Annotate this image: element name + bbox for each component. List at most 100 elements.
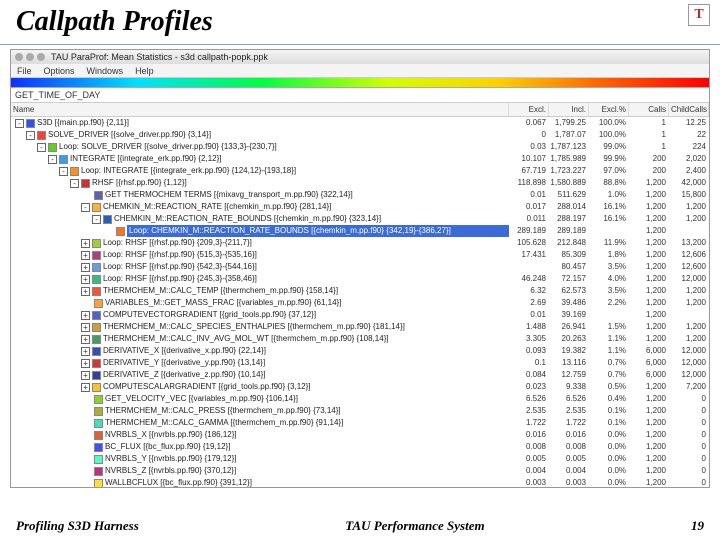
- expand-icon[interactable]: +: [81, 239, 90, 248]
- expand-icon[interactable]: +: [81, 311, 90, 320]
- table-row[interactable]: VARIABLES_M::GET_MASS_FRAC [{variables_m…: [11, 297, 709, 309]
- table-row[interactable]: +THERMCHEM_M::CALC_TEMP [{thermchem_m.pp…: [11, 285, 709, 297]
- menu-help[interactable]: Help: [135, 66, 154, 76]
- column-header[interactable]: Excl.: [509, 103, 549, 116]
- row-label: THERMCHEM_M::CALC_INV_AVG_MOL_WT [{therm…: [103, 333, 509, 345]
- row-value: 12,600: [669, 261, 709, 273]
- column-header[interactable]: ChildCalls: [669, 103, 709, 116]
- expand-icon[interactable]: +: [81, 359, 90, 368]
- row-value: 0: [669, 405, 709, 417]
- color-swatch: [94, 419, 103, 428]
- table-row[interactable]: +Loop: RHSF [{rhsf.pp.f90} {209,3}-{211,…: [11, 237, 709, 249]
- menu-file[interactable]: File: [17, 66, 32, 76]
- table-row[interactable]: + THERMCHEM_M::CALC_INV_AVG_MOL_WT [{ther…: [11, 333, 709, 345]
- color-swatch: [94, 407, 103, 416]
- table-row[interactable]: THERMCHEM_M::CALC_PRESS [{thermchem_m.pp…: [11, 405, 709, 417]
- window-titlebar[interactable]: TAU ParaProf: Mean Statistics - s3d call…: [11, 50, 709, 64]
- table-row[interactable]: GET_VELOCITY_VEC [{variables_m.pp.f90} {…: [11, 393, 709, 405]
- row-value: 0.016: [509, 429, 549, 441]
- expand-icon[interactable]: +: [81, 287, 90, 296]
- expand-icon[interactable]: +: [81, 323, 90, 332]
- collapse-icon[interactable]: -: [48, 155, 57, 164]
- row-label: WALLBCFLUX [{bc_flux.pp.f90} {391,12}]: [105, 477, 509, 487]
- table-row[interactable]: GET THERMOCHEM TERMS [{mixavg_transport_…: [11, 189, 709, 201]
- row-value: 0.004: [549, 465, 589, 477]
- collapse-icon[interactable]: -: [26, 131, 35, 140]
- table-row[interactable]: NVRBLS_X [{nvrbls.pp.f90} {186,12}]0.016…: [11, 429, 709, 441]
- table-row[interactable]: +COMPUTEVECTORGRADIENT [{grid_tools.pp.f…: [11, 309, 709, 321]
- table-row[interactable]: +Loop: RHSF [{rhsf.pp.f90} {542,3}-{544,…: [11, 261, 709, 273]
- table-row[interactable]: BC_FLUX [{bc_flux.pp.f90} {19,12}]0.0080…: [11, 441, 709, 453]
- table-row[interactable]: WALLBCFLUX [{bc_flux.pp.f90} {391,12}]0.…: [11, 477, 709, 487]
- table-row[interactable]: Loop: CHEMKIN_M::REACTION_RATE_BOUNDS [{…: [11, 225, 709, 237]
- table-row[interactable]: -S3D [{main.pp.f90} {2,11}]0.0671,799.25…: [11, 117, 709, 129]
- column-header[interactable]: Excl.%: [589, 103, 629, 116]
- column-header[interactable]: Name: [11, 103, 509, 116]
- collapse-icon[interactable]: -: [92, 215, 101, 224]
- expand-icon[interactable]: +: [81, 383, 90, 392]
- collapse-icon[interactable]: -: [70, 179, 79, 188]
- row-value: 105.628: [509, 237, 549, 249]
- row-value: 1.0%: [589, 189, 629, 201]
- close-icon[interactable]: [15, 53, 23, 61]
- expand-icon[interactable]: +: [81, 335, 90, 344]
- table-row[interactable]: -CHEMKIN_M::REACTION_RATE [{chemkin_m.pp…: [11, 201, 709, 213]
- row-label: BC_FLUX [{bc_flux.pp.f90} {19,12}]: [105, 441, 509, 453]
- expand-icon[interactable]: +: [81, 263, 90, 272]
- callpath-tree[interactable]: -S3D [{main.pp.f90} {2,11}]0.0671,799.25…: [11, 117, 709, 487]
- column-header[interactable]: Calls: [629, 103, 669, 116]
- row-value: 1: [629, 141, 669, 153]
- table-row[interactable]: -CHEMKIN_M::REACTION_RATE_BOUNDS [{chemk…: [11, 213, 709, 225]
- row-label: Loop: RHSF [{rhsf.pp.f90} {515,3}-{535,1…: [103, 249, 509, 261]
- expand-icon[interactable]: +: [81, 347, 90, 356]
- toggle-placeholder: [81, 431, 92, 440]
- collapse-icon[interactable]: -: [81, 203, 90, 212]
- row-value: 1,200: [629, 393, 669, 405]
- table-row[interactable]: -SOLVE_DRIVER [{solve_driver.pp.f90} {3,…: [11, 129, 709, 141]
- row-value: 1.1%: [589, 345, 629, 357]
- column-headers[interactable]: NameExcl.Incl.Excl.%CallsChildCalls: [11, 103, 709, 117]
- zoom-icon[interactable]: [37, 53, 45, 61]
- row-value: 1,200: [629, 261, 669, 273]
- color-swatch: [94, 299, 103, 308]
- table-row[interactable]: -Loop: INTEGRATE [{integrate_erk.pp.f90}…: [11, 165, 709, 177]
- row-value: 1.8%: [589, 249, 629, 261]
- table-row[interactable]: -INTEGRATE [{integrate_erk.pp.f90} {2,12…: [11, 153, 709, 165]
- table-row[interactable]: -Loop: SOLVE_DRIVER [{solve_driver.pp.f9…: [11, 141, 709, 153]
- expand-icon[interactable]: +: [81, 251, 90, 260]
- expand-icon[interactable]: +: [81, 371, 90, 380]
- toggle-placeholder: [81, 419, 92, 428]
- table-row[interactable]: -RHSF [{rhsf.pp.f90} {1,12}]118.8981,580…: [11, 177, 709, 189]
- table-row[interactable]: +THERMCHEM_M::CALC_SPECIES_ENTHALPIES [{…: [11, 321, 709, 333]
- slide-footer: Profiling S3D Harness TAU Performance Sy…: [0, 518, 720, 534]
- expand-icon[interactable]: +: [81, 275, 90, 284]
- traffic-lights[interactable]: [15, 53, 45, 61]
- row-value: 6,000: [629, 369, 669, 381]
- color-swatch: [81, 179, 90, 188]
- row-value: 39.486: [549, 297, 589, 309]
- row-value: 20.263: [549, 333, 589, 345]
- row-value: 3.305: [509, 333, 549, 345]
- row-value: 6.526: [549, 393, 589, 405]
- color-swatch: [92, 203, 101, 212]
- collapse-icon[interactable]: -: [37, 143, 46, 152]
- table-row[interactable]: NVRBLS_Y [{nvrbls.pp.f90} {179,12}]0.005…: [11, 453, 709, 465]
- table-row[interactable]: +DERIVATIVE_Z [{derivative_z.pp.f90} {10…: [11, 369, 709, 381]
- row-label: S3D [{main.pp.f90} {2,11}]: [37, 117, 509, 129]
- menu-windows[interactable]: Windows: [87, 66, 124, 76]
- menu-options[interactable]: Options: [44, 66, 75, 76]
- table-row[interactable]: +Loop: RHSF [{rhsf.pp.f90} {245,3}-{358,…: [11, 273, 709, 285]
- table-row[interactable]: +COMPUTESCALARGRADIENT [{grid_tools.pp.f…: [11, 381, 709, 393]
- menu-bar[interactable]: File Options Windows Help: [11, 64, 709, 78]
- table-row[interactable]: THERMCHEM_M::CALC_GAMMA [{thermchem_m.pp…: [11, 417, 709, 429]
- table-row[interactable]: + Loop: RHSF [{rhsf.pp.f90} {515,3}-{535,…: [11, 249, 709, 261]
- minimize-icon[interactable]: [26, 53, 34, 61]
- collapse-icon[interactable]: -: [59, 167, 68, 176]
- collapse-icon[interactable]: -: [15, 119, 24, 128]
- row-value: 212.848: [549, 237, 589, 249]
- table-row[interactable]: NVRBLS_Z [{nvrbls.pp.f90} {370,12}]0.004…: [11, 465, 709, 477]
- table-row[interactable]: +DERIVATIVE_Y [{derivative_y.pp.f90} {13…: [11, 357, 709, 369]
- table-row[interactable]: +DERIVATIVE_X [{derivative_x.pp.f90} {22…: [11, 345, 709, 357]
- column-header[interactable]: Incl.: [549, 103, 589, 116]
- row-value: 0: [669, 465, 709, 477]
